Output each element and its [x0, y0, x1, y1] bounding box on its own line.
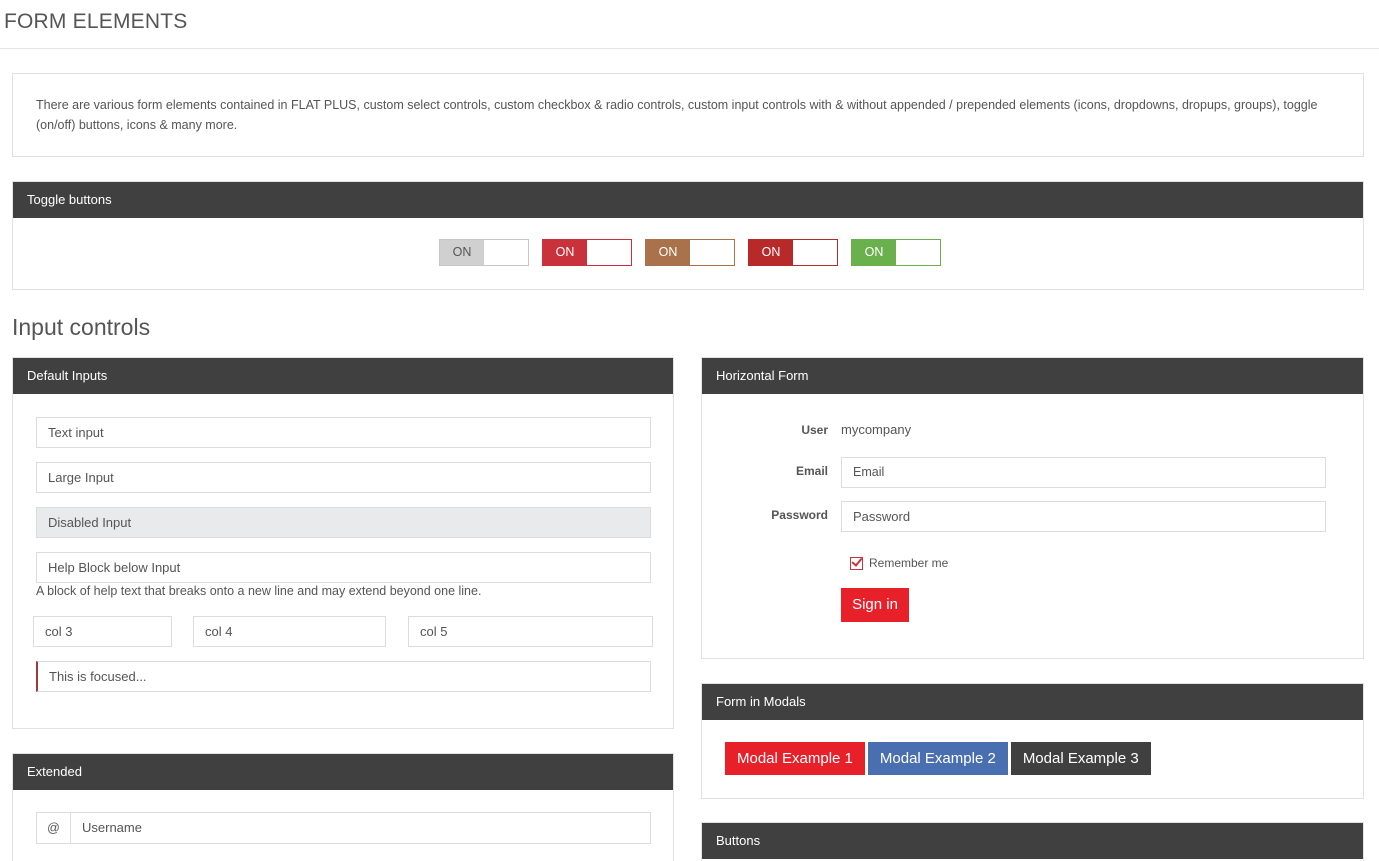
checkbox-checked-icon[interactable]	[850, 556, 863, 570]
form-in-modals-panel: Form in Modals Modal Example 1 Modal Exa…	[701, 683, 1364, 799]
panel-heading: Horizontal Form	[716, 368, 809, 383]
toggle-buttons-header: Toggle buttons	[13, 182, 1363, 218]
username-input[interactable]: Username	[71, 813, 650, 843]
page-title: FORM ELEMENTS	[4, 10, 188, 33]
title-divider	[0, 48, 1379, 49]
modal-example-3-button[interactable]: Modal Example 3	[1010, 742, 1151, 775]
col4-input[interactable]: col 4	[193, 616, 386, 647]
toggle-switch-grey[interactable]: ON	[439, 239, 529, 266]
user-label: User	[801, 423, 828, 437]
email-label: Email	[795, 464, 828, 478]
toggle-on-label: ON	[852, 240, 896, 265]
toggle-buttons-panel: Toggle buttons ON ON ON ON ON	[12, 181, 1364, 290]
panel-heading: Form in Modals	[716, 694, 806, 709]
col3-input[interactable]: col 3	[33, 616, 172, 647]
text-input[interactable]: Text input	[36, 417, 651, 448]
toggle-on-label: ON	[440, 240, 484, 265]
extended-header: Extended	[13, 754, 673, 790]
user-value: mycompany	[841, 422, 912, 437]
toggle-on-label: ON	[646, 240, 690, 265]
default-inputs-panel: Default Inputs Text input Large Input Di…	[12, 357, 674, 729]
toggle-off-area	[587, 240, 631, 265]
toggle-switch-brown[interactable]: ON	[645, 239, 735, 266]
intro-text: There are various form elements containe…	[36, 98, 1318, 132]
large-input[interactable]: Large Input	[36, 462, 651, 493]
toggle-off-area	[793, 240, 837, 265]
panel-heading: Default Inputs	[27, 368, 108, 383]
sign-in-button[interactable]: Sign in	[841, 588, 909, 622]
help-text: A block of help text that breaks onto a …	[36, 584, 482, 598]
modal-buttons-row: Modal Example 1 Modal Example 2 Modal Ex…	[725, 742, 1151, 775]
col5-input[interactable]: col 5	[408, 616, 653, 647]
buttons-header: Buttons	[702, 823, 1363, 859]
intro-panel: There are various form elements containe…	[12, 73, 1364, 157]
horizontal-form-header: Horizontal Form	[702, 358, 1363, 394]
username-input-group: @ Username	[36, 812, 651, 844]
toggle-row: ON ON ON ON ON	[439, 239, 941, 266]
remember-me-checkbox[interactable]: Remember me	[850, 556, 948, 570]
toggle-off-area	[896, 240, 940, 265]
horizontal-form-panel: Horizontal Form User mycompany Email Ema…	[701, 357, 1364, 659]
section-title-input-controls: Input controls	[12, 314, 151, 340]
default-inputs-header: Default Inputs	[13, 358, 673, 394]
toggle-switch-red[interactable]: ON	[542, 239, 632, 266]
toggle-off-area	[690, 240, 734, 265]
form-in-modals-header: Form in Modals	[702, 684, 1363, 720]
modal-example-2-button[interactable]: Modal Example 2	[867, 742, 1008, 775]
panel-heading: Extended	[27, 764, 82, 779]
toggle-switch-darkred[interactable]: ON	[748, 239, 838, 266]
remember-me-label: Remember me	[869, 556, 949, 570]
focused-input[interactable]: This is focused...	[36, 661, 651, 692]
toggle-on-label: ON	[543, 240, 587, 265]
password-label: Password	[771, 508, 828, 522]
toggle-switch-green[interactable]: ON	[851, 239, 941, 266]
panel-heading: Buttons	[716, 833, 761, 848]
toggle-on-label: ON	[749, 240, 793, 265]
buttons-panel: Buttons	[701, 822, 1364, 861]
email-field[interactable]: Email	[841, 457, 1326, 488]
toggle-off-area	[484, 240, 528, 265]
modal-example-1-button[interactable]: Modal Example 1	[725, 742, 865, 775]
extended-panel: Extended @ Username	[12, 753, 674, 861]
password-field[interactable]: Password	[841, 501, 1326, 532]
disabled-input: Disabled Input	[36, 507, 651, 538]
panel-heading: Toggle buttons	[27, 192, 112, 207]
help-block-input[interactable]: Help Block below Input	[36, 552, 651, 583]
at-sign-addon: @	[37, 813, 71, 843]
